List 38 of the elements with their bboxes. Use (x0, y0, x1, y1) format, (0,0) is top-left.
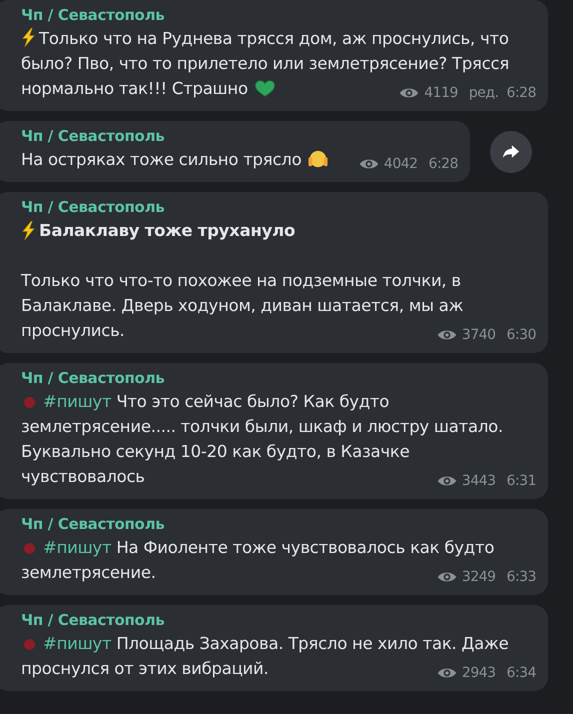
message-time: 6:30 (506, 326, 536, 345)
views-eye-icon (436, 474, 457, 488)
channel-name: Чп / Севастополь (21, 514, 166, 535)
channel-name: Чп / Севастополь (21, 5, 166, 26)
hashtag-link[interactable]: #пишут (43, 538, 112, 557)
marker-icon (24, 397, 35, 408)
channel-name: Чп / Севастополь (21, 126, 166, 147)
views-eye-icon (358, 157, 379, 171)
share-button[interactable] (490, 130, 532, 172)
views-eye-icon (436, 328, 457, 342)
view-count: 2943 (462, 664, 496, 683)
view-count: 3740 (462, 326, 496, 345)
views-eye-icon (436, 570, 457, 584)
message-title: Балаклаву тоже трухануло (39, 220, 296, 242)
hashtag-link[interactable]: #пишут (43, 634, 112, 653)
view-count: 3443 (462, 472, 496, 491)
message-time: 6:33 (506, 568, 536, 587)
scream-emoji-icon (307, 149, 330, 169)
view-count: 3249 (462, 568, 496, 587)
message-time: 6:28 (428, 155, 458, 174)
view-count: 4042 (384, 155, 418, 174)
marker-icon (24, 543, 35, 554)
message-time: 6:34 (506, 664, 536, 683)
views-eye-icon (436, 666, 457, 680)
message-time: 6:28 (506, 84, 536, 103)
edited-label: ред. (468, 84, 499, 103)
message-time: 6:31 (506, 472, 536, 491)
views-eye-icon (399, 86, 420, 100)
view-count: 4119 (424, 84, 458, 103)
marker-icon (24, 639, 35, 650)
channel-name: Чп / Севастополь (21, 368, 166, 389)
channel-name: Чп / Севастополь (21, 197, 166, 218)
share-arrow-icon (502, 144, 520, 159)
heart-icon (254, 78, 276, 98)
hashtag-link[interactable]: #пишут (43, 392, 112, 411)
channel-name: Чп / Севастополь (21, 610, 166, 631)
lightning-icon (21, 221, 36, 240)
lightning-icon (21, 28, 36, 47)
